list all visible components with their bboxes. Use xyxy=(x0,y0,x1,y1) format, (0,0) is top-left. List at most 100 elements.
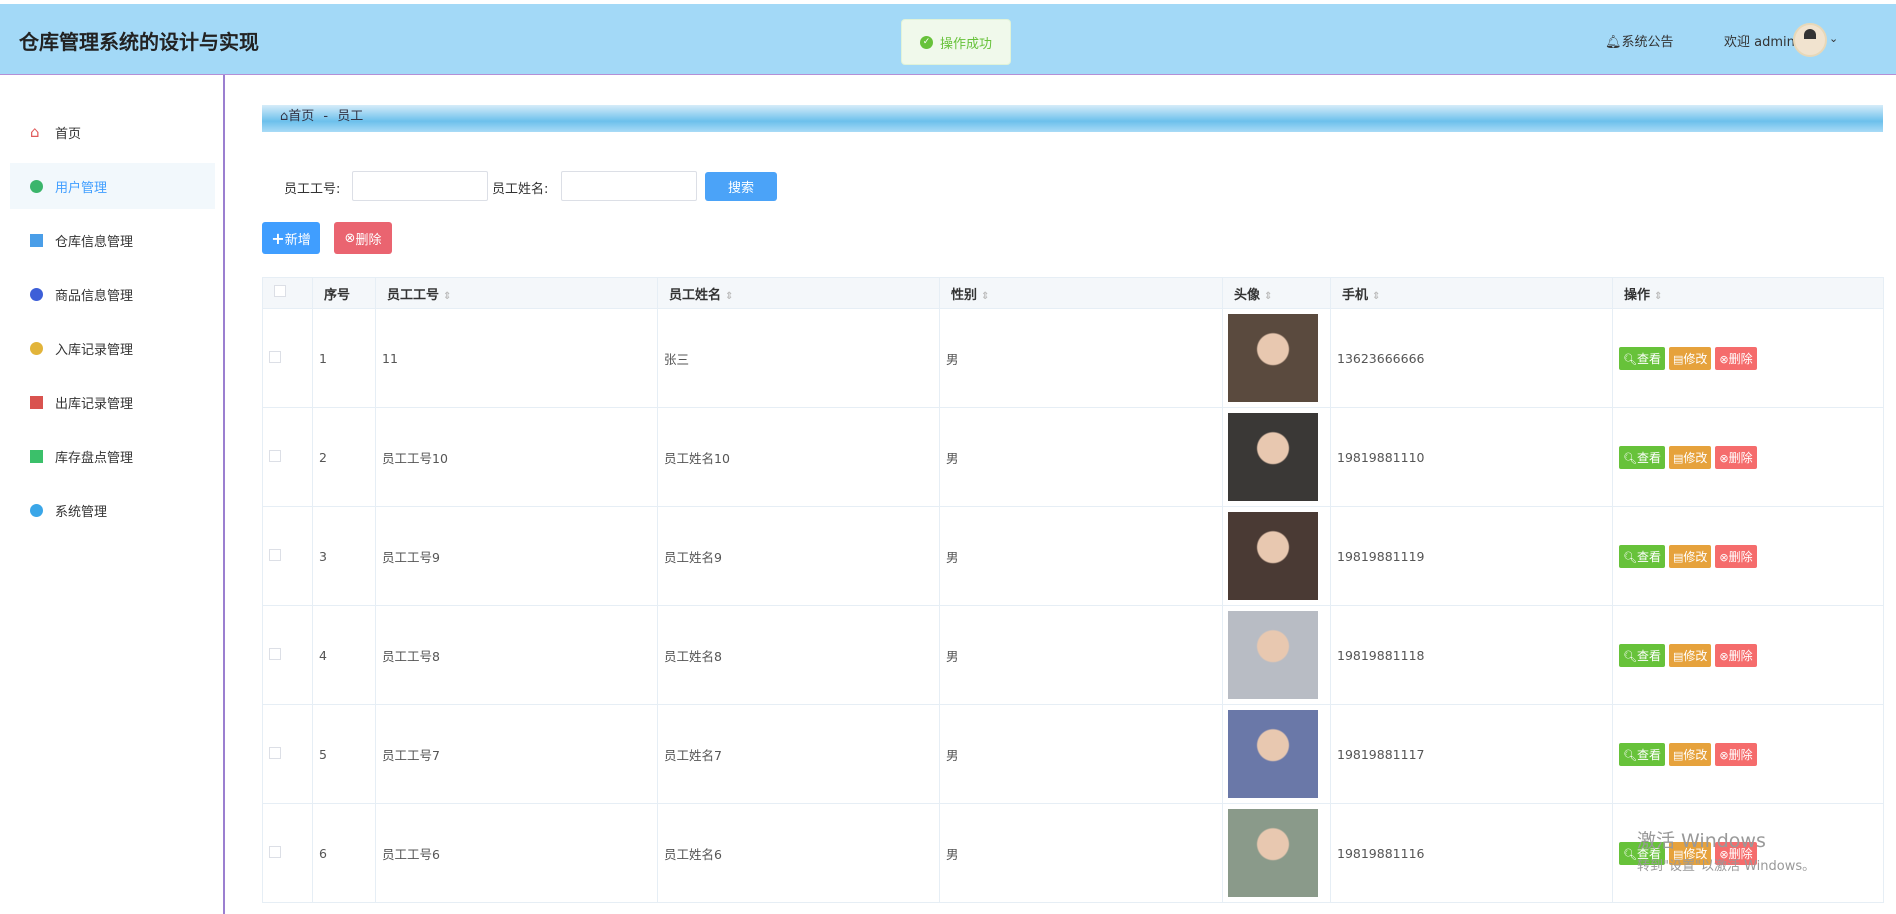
search-button[interactable]: 搜索 xyxy=(705,172,777,201)
delete-button[interactable]: ⊗删除 xyxy=(1715,346,1757,370)
cell-actions: 🔍︎查看 ▤修改 ⊗删除 xyxy=(1612,803,1884,903)
close-circle-icon: ⊗ xyxy=(344,230,356,246)
search-icon: 🔍︎ xyxy=(1623,649,1637,663)
clover-icon xyxy=(30,449,43,463)
edit-label: 修改 xyxy=(1683,450,1708,465)
view-button[interactable]: 🔍︎查看 xyxy=(1619,445,1665,469)
view-label: 查看 xyxy=(1636,549,1661,564)
sidebar-item-7[interactable]: 系统管理 xyxy=(10,487,215,533)
column-header[interactable]: 性别 ⇕ xyxy=(939,277,1223,309)
view-button[interactable]: 🔍︎查看 xyxy=(1619,643,1665,667)
edit-button[interactable]: ▤修改 xyxy=(1668,544,1712,568)
chevron-down-icon[interactable]: ⌄ xyxy=(1829,32,1838,45)
sort-icon[interactable]: ⇕ xyxy=(981,291,989,302)
employee-name-input[interactable] xyxy=(561,171,697,201)
cell-name: 员工姓名7 xyxy=(657,704,940,804)
plus-icon: + xyxy=(271,228,285,248)
column-header[interactable]: 序号 xyxy=(312,277,376,309)
sidebar-item-2[interactable]: 仓库信息管理 xyxy=(10,217,215,263)
employee-photo xyxy=(1228,710,1318,798)
view-label: 查看 xyxy=(1636,648,1661,663)
cell-no: 1 xyxy=(312,308,376,408)
row-checkbox[interactable] xyxy=(269,845,281,858)
sidebar-item-0[interactable]: ⌂ 首页 xyxy=(10,109,215,155)
edit-button[interactable]: ▤修改 xyxy=(1668,445,1712,469)
grid-icon xyxy=(30,233,43,247)
column-header[interactable]: 手机 ⇕ xyxy=(1330,277,1613,309)
cell-name: 员工姓名10 xyxy=(657,407,940,507)
cell-photo xyxy=(1222,506,1331,606)
windows-watermark-sub: 转到"设置"以激活 Windows。 xyxy=(1637,859,1816,874)
sort-icon[interactable]: ⇕ xyxy=(1372,291,1380,302)
sort-icon[interactable]: ⇕ xyxy=(443,291,451,302)
cell-phone: 13623666666 xyxy=(1330,308,1613,408)
delete-label: 删除 xyxy=(1728,351,1753,366)
close-circle-icon: ⊗ xyxy=(1719,550,1729,564)
row-select-cell xyxy=(262,506,313,606)
edit-button[interactable]: ▤修改 xyxy=(1668,643,1712,667)
row-checkbox[interactable] xyxy=(269,548,281,561)
column-header[interactable]: 员工工号 ⇕ xyxy=(375,277,658,309)
system-notice-link[interactable]: 🔔︎系统公告 xyxy=(1605,31,1674,50)
sidebar-item-label: 库存盘点管理 xyxy=(55,450,134,466)
add-button[interactable]: + 新增 xyxy=(262,222,320,254)
delete-button[interactable]: ⊗删除 xyxy=(1715,643,1757,667)
sidebar: ⌂ 首页用户管理仓库信息管理商品信息管理入库记录管理 出库记录管理库存盘点管理 系统管… xyxy=(0,75,225,914)
column-header[interactable]: 头像 ⇕ xyxy=(1222,277,1331,309)
row-checkbox[interactable] xyxy=(269,350,281,363)
cell-photo xyxy=(1222,308,1331,408)
app-title: 仓库管理系统的设计与实现 xyxy=(19,30,259,54)
view-label: 查看 xyxy=(1636,747,1661,762)
sidebar-item-4[interactable]: 入库记录管理 xyxy=(10,325,215,371)
sidebar-item-label: 系统管理 xyxy=(55,504,108,520)
table-row: 3 员工工号9 员工姓名9 男 19819881119 🔍︎查看 ▤修改 ⊗删除 xyxy=(262,506,1884,606)
batch-delete-button[interactable]: ⊗ 删除 xyxy=(334,222,392,254)
row-checkbox[interactable] xyxy=(269,647,281,660)
select-all-checkbox[interactable] xyxy=(274,285,286,297)
page: 仓库管理系统的设计与实现 ✓ 操作成功 🔔︎系统公告 欢迎 admin ⌄ ⌂ 首页… xyxy=(0,0,1896,914)
avatar[interactable] xyxy=(1793,23,1827,57)
delete-label: 删除 xyxy=(1728,648,1753,663)
row-checkbox[interactable] xyxy=(269,449,281,462)
edit-button[interactable]: ▤修改 xyxy=(1668,346,1712,370)
circle-icon xyxy=(30,503,43,517)
cell-no: 4 xyxy=(312,605,376,705)
sidebar-item-5[interactable]: 出库记录管理 xyxy=(10,379,215,425)
edit-button[interactable]: ▤修改 xyxy=(1668,742,1712,766)
row-select-cell xyxy=(262,803,313,903)
sidebar-item-6[interactable]: 库存盘点管理 xyxy=(10,433,215,479)
delete-button[interactable]: ⊗删除 xyxy=(1715,742,1757,766)
delete-button[interactable]: ⊗删除 xyxy=(1715,445,1757,469)
search-icon: 🔍︎ xyxy=(1623,847,1637,861)
view-button[interactable]: 🔍︎查看 xyxy=(1619,346,1665,370)
sort-icon[interactable]: ⇕ xyxy=(1654,291,1662,302)
cell-no: 3 xyxy=(312,506,376,606)
sidebar-item-3[interactable]: 商品信息管理 xyxy=(10,271,215,317)
column-label: 员工姓名 xyxy=(669,287,722,303)
delete-button[interactable]: ⊗删除 xyxy=(1715,544,1757,568)
view-button[interactable]: 🔍︎查看 xyxy=(1619,742,1665,766)
edit-label: 修改 xyxy=(1683,549,1708,564)
cell-photo xyxy=(1222,704,1331,804)
sidebar-item-1[interactable]: 用户管理 xyxy=(10,163,215,209)
cell-name: 张三 xyxy=(657,308,940,408)
sort-icon[interactable]: ⇕ xyxy=(1264,291,1272,302)
close-circle-icon: ⊗ xyxy=(1719,649,1729,663)
home-icon: ⌂ xyxy=(30,122,40,141)
column-header[interactable]: 员工姓名 ⇕ xyxy=(657,277,940,309)
view-label: 查看 xyxy=(1636,450,1661,465)
sidebar-item-label: 商品信息管理 xyxy=(55,288,134,304)
sort-icon[interactable]: ⇕ xyxy=(725,291,733,302)
view-button[interactable]: 🔍︎查看 xyxy=(1619,544,1665,568)
employee-id-input[interactable] xyxy=(352,171,488,201)
column-label: 操作 xyxy=(1624,287,1651,303)
close-circle-icon: ⊗ xyxy=(1719,352,1729,366)
search-icon: 🔍︎ xyxy=(1623,451,1637,465)
row-select-cell xyxy=(262,407,313,507)
employee-table: 序号 员工工号 ⇕ 员工姓名 ⇕ 性别 ⇕ 头像 ⇕ 手机 ⇕ 操作 ⇕ 1 11 张三男 136236666… xyxy=(262,277,1884,903)
cell-gender: 男 xyxy=(939,803,1223,903)
column-header[interactable]: 操作 ⇕ xyxy=(1612,277,1884,309)
breadcrumb-home[interactable]: 首页 xyxy=(288,109,314,124)
row-checkbox[interactable] xyxy=(269,746,281,759)
cell-name: 员工姓名6 xyxy=(657,803,940,903)
